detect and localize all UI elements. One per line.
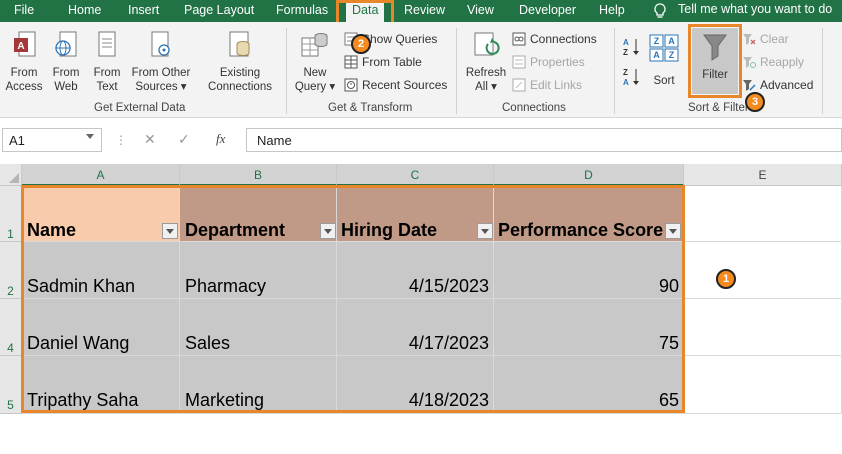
cell-e5[interactable] [684,356,842,414]
worksheet-grid: A B C D E 1 2 4 5 Name Department Hiring… [0,160,842,414]
edit-links-icon [512,78,526,92]
tab-help[interactable]: Help [599,3,625,17]
sort-z-to-a-icon: Z A [623,68,639,87]
row-header-1[interactable]: 1 [0,186,22,242]
existing-connections-button[interactable]: Existing Connections [202,30,278,100]
table-icon [344,55,358,69]
clear-filter-icon [743,34,756,45]
advanced-filter-icon [743,80,756,91]
row-header-5[interactable]: 5 [0,356,22,414]
svg-text:A: A [623,38,629,47]
enter-icon[interactable]: ✓ [178,131,190,148]
reapply-button[interactable]: Reapply [742,55,804,69]
cell-e2[interactable] [684,242,842,299]
column-header-b[interactable]: B [180,164,337,186]
column-header-e[interactable]: E [684,164,842,186]
from-access-button[interactable]: A From Access [4,30,44,100]
reapply-icon [743,57,756,68]
step-badge-1: 1 [716,269,736,289]
svg-text:A: A [17,41,24,52]
formula-bar-grip-icon: ⋮ [115,133,127,147]
sort-ascending-button[interactable]: A Z [622,36,642,58]
access-icon: A [14,31,36,57]
row-header-4[interactable]: 4 [0,299,22,356]
step-badge-2: 2 [351,34,371,54]
insert-function-icon[interactable]: fx [216,131,225,147]
filter-highlight [688,24,742,98]
properties-icon [512,55,526,69]
step-badge-3: 3 [745,92,765,112]
recent-sources-icon [344,78,358,92]
svg-text:Z: Z [623,48,628,57]
from-table-button[interactable]: From Table [344,55,422,69]
group-label-get-transform: Get & Transform [328,102,413,114]
tab-home[interactable]: Home [68,3,101,17]
ribbon-separator [614,28,615,114]
tab-review[interactable]: Review [404,3,445,17]
other-sources-icon [151,31,170,57]
formula-input[interactable]: Name [246,128,842,152]
recent-sources-button[interactable]: Recent Sources [344,78,447,92]
name-box[interactable]: A1 [2,128,102,152]
refresh-all-button[interactable]: Refresh All ▾ [462,30,510,100]
group-label-connections: Connections [502,102,566,114]
svg-text:A: A [668,36,675,46]
edit-links-button[interactable]: Edit Links [512,78,582,92]
ribbon-separator [286,28,287,114]
lightbulb-icon [653,3,667,22]
table-range-highlight [21,185,685,413]
row-header-2[interactable]: 2 [0,242,22,299]
web-globe-icon [55,31,77,57]
existing-connections-icon [229,31,250,57]
cancel-icon[interactable]: ✕ [144,131,156,148]
svg-text:Z: Z [669,50,675,60]
properties-button[interactable]: Properties [512,55,585,69]
group-label-sort-filter: Sort & Filter [688,102,749,114]
clear-filter-button[interactable]: Clear [742,32,789,46]
ribbon: A From Access From Web From Text From Other… [0,22,842,118]
from-web-button[interactable]: From Web [46,30,86,100]
sort-button[interactable]: Z A A Z Sort [646,30,682,100]
ribbon-separator [456,28,457,114]
select-all-button[interactable] [0,164,22,186]
connections-icon [512,32,526,46]
sort-a-to-z-icon: A Z [623,38,639,57]
ribbon-separator [822,28,823,114]
advanced-filter-button[interactable]: Advanced [742,78,813,92]
text-file-icon [98,31,116,57]
svg-text:A: A [623,78,629,87]
refresh-icon [474,32,500,56]
sort-descending-button[interactable]: Z A [622,66,642,88]
tab-file[interactable]: File [14,3,34,17]
new-query-icon [301,33,328,57]
svg-text:Z: Z [654,36,660,46]
cell-e1[interactable] [684,186,842,242]
from-text-button[interactable]: From Text [88,30,126,100]
from-other-sources-button[interactable]: From Other Sources ▾ [128,30,194,100]
formula-bar: A1 ⋮ ✕ ✓ fx Name [0,118,842,158]
tab-page-layout[interactable]: Page Layout [184,3,254,17]
tab-formulas[interactable]: Formulas [276,3,328,17]
sort-dialog-icon: Z A A Z [649,34,679,62]
group-label-get-external-data: Get External Data [94,102,186,114]
new-query-button[interactable]: New Query ▾ [292,30,338,100]
connections-button[interactable]: Connections [512,32,597,46]
column-header-d[interactable]: D [494,164,684,186]
name-box-dropdown-icon[interactable] [86,134,94,139]
column-header-c[interactable]: C [337,164,494,186]
tab-developer[interactable]: Developer [519,3,576,17]
column-header-a[interactable]: A [22,164,180,186]
tell-me-search[interactable]: Tell me what you want to do [678,2,832,16]
cell-e4[interactable] [684,299,842,356]
menu-bar: File Home Insert Page Layout Formulas Da… [0,0,842,22]
tab-insert[interactable]: Insert [128,3,159,17]
svg-text:A: A [653,50,660,60]
tab-view[interactable]: View [467,3,494,17]
svg-text:Z: Z [623,68,628,77]
